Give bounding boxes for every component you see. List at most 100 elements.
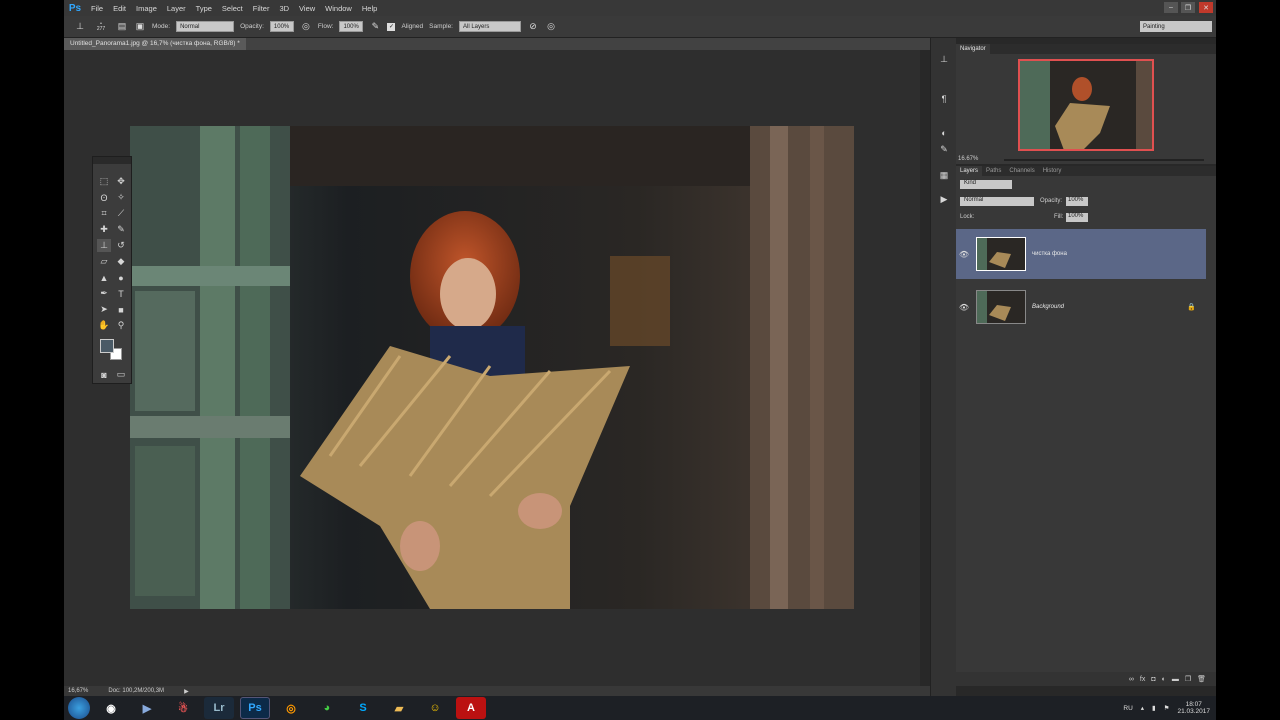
status-arrow-icon[interactable]: ▶ <box>184 688 189 695</box>
quick-mask-icon[interactable]: ◙ <box>97 368 111 381</box>
healing-brush-icon[interactable]: ✚ <box>97 223 111 236</box>
brush-panel-icon[interactable]: ▤ <box>116 21 128 33</box>
navigator-zoom[interactable]: 16.67% <box>958 156 978 162</box>
pen-tool-icon[interactable]: ✒ <box>97 287 111 300</box>
taskbar-photoshop-icon[interactable]: Ps <box>240 697 270 719</box>
taskbar-folder-icon[interactable]: ▰ <box>384 697 414 719</box>
airbrush-icon[interactable]: ✎ <box>369 21 381 33</box>
document-image[interactable] <box>130 126 854 609</box>
ignore-adjustment-icon[interactable]: ⊘ <box>527 21 539 33</box>
brush-tool-icon[interactable]: ✎ <box>114 223 128 236</box>
layer-name[interactable]: Background <box>1032 304 1064 310</box>
paint-bucket-icon[interactable]: ◆ <box>114 255 128 268</box>
shape-tool-icon[interactable]: ■ <box>114 303 128 316</box>
brush-preset-icon[interactable]: • 277 <box>92 21 110 33</box>
marquee-tool-icon[interactable]: ⬚ <box>97 175 111 188</box>
menu-layer[interactable]: Layer <box>162 4 191 13</box>
document-tab[interactable]: Untitled_Panorama1.jpg @ 16,7% (чистка ф… <box>64 38 246 50</box>
eyedropper-tool-icon[interactable]: ⟋ <box>114 207 128 220</box>
tab-channels[interactable]: Channels <box>1005 168 1038 174</box>
quick-select-tool-icon[interactable]: ✧ <box>114 191 128 204</box>
tab-paths[interactable]: Paths <box>982 168 1005 174</box>
tab-history[interactable]: History <box>1039 168 1066 174</box>
menu-view[interactable]: View <box>294 4 320 13</box>
screen-mode-icon[interactable]: ▭ <box>114 368 128 381</box>
taskbar-emoji-icon[interactable]: ☺ <box>420 697 450 719</box>
taskbar-lightroom-icon[interactable]: Lr <box>204 697 234 719</box>
zoom-level[interactable]: 16,67% <box>68 688 88 694</box>
clone-source-icon[interactable]: ▣ <box>134 21 146 33</box>
link-layers-icon[interactable]: ∞ <box>1129 676 1134 683</box>
pressure-size-icon[interactable]: ◎ <box>545 21 557 33</box>
history-brush-icon[interactable]: ↺ <box>114 239 128 252</box>
layer-row-background[interactable]: 👁 Background 🔒 <box>956 282 1206 332</box>
taskbar-chrome-icon[interactable]: ◕ <box>312 697 342 719</box>
taskbar-steam-icon[interactable]: ◉ <box>96 697 126 719</box>
minimize-button[interactable]: – <box>1164 2 1178 13</box>
zoom-tool-icon[interactable]: ⚲ <box>114 319 128 332</box>
layer-name[interactable]: чистка фона <box>1032 251 1067 257</box>
move-tool-icon[interactable]: ✥ <box>114 175 128 188</box>
menu-3d[interactable]: 3D <box>274 4 294 13</box>
group-icon[interactable]: ▬ <box>1172 676 1179 683</box>
mode-select[interactable]: Normal <box>176 21 235 32</box>
menu-help[interactable]: Help <box>357 4 382 13</box>
close-button[interactable]: ✕ <box>1199 2 1213 13</box>
taskbar-people-icon[interactable]: ☃ <box>168 697 198 719</box>
restore-button[interactable]: ❐ <box>1181 2 1195 13</box>
taskbar-skype-icon[interactable]: S <box>348 697 378 719</box>
aligned-checkbox[interactable]: ✓ <box>387 22 396 31</box>
fx-icon[interactable]: fx <box>1140 676 1145 683</box>
tab-navigator[interactable]: Navigator <box>956 44 990 54</box>
navigator-zoom-slider[interactable] <box>1004 159 1204 161</box>
flag-icon[interactable]: ⚑ <box>1164 704 1170 712</box>
network-icon[interactable]: ▮ <box>1152 704 1156 712</box>
blur-tool-icon[interactable]: ▲ <box>97 271 111 284</box>
add-mask-icon[interactable]: ◘ <box>1151 676 1155 683</box>
menu-edit[interactable]: Edit <box>108 4 131 13</box>
adjustments-panel-icon[interactable]: ◐ <box>937 126 951 140</box>
navigator-preview[interactable] <box>1018 59 1154 151</box>
menu-type[interactable]: Type <box>191 4 217 13</box>
flow-field[interactable]: 100% <box>339 21 364 32</box>
menu-select[interactable]: Select <box>217 4 248 13</box>
type-tool-icon[interactable]: T <box>114 287 128 300</box>
blend-mode-select[interactable]: Normal <box>960 197 1034 206</box>
actions-panel-icon[interactable]: ▶ <box>937 192 951 206</box>
table-panel-icon[interactable]: ▦ <box>937 168 951 182</box>
clone-source-panel-icon[interactable]: ⊥ <box>937 52 951 66</box>
pressure-opacity-icon[interactable]: ◎ <box>300 21 312 33</box>
taskbar-eye-icon[interactable]: ◎ <box>276 697 306 719</box>
path-select-icon[interactable]: ➤ <box>97 303 111 316</box>
start-button[interactable] <box>68 697 90 719</box>
tray-arrow-icon[interactable]: ▴ <box>1141 704 1144 712</box>
visibility-eye-icon[interactable]: 👁 <box>956 303 972 312</box>
clone-stamp-icon[interactable]: ⊥ <box>74 21 86 33</box>
eraser-tool-icon[interactable]: ▱ <box>97 255 111 268</box>
menu-window[interactable]: Window <box>320 4 357 13</box>
visibility-eye-icon[interactable]: 👁 <box>956 250 972 259</box>
fill-field[interactable]: 100% <box>1066 213 1088 222</box>
taskbar-acrobat-icon[interactable]: A <box>456 697 486 719</box>
opacity-field[interactable]: 100% <box>269 21 294 32</box>
menu-image[interactable]: Image <box>131 4 162 13</box>
clock[interactable]: 18:07 21.03.2017 <box>1177 701 1210 715</box>
trash-icon[interactable]: 🗑 <box>1197 675 1206 683</box>
paragraph-panel-icon[interactable]: ¶ <box>937 92 951 106</box>
foreground-color-swatch[interactable] <box>100 339 114 353</box>
styles-panel-icon[interactable]: ✎ <box>937 142 951 156</box>
menu-filter[interactable]: Filter <box>248 4 275 13</box>
taskbar-media-icon[interactable]: ▶ <box>132 697 162 719</box>
layer-opacity-field[interactable]: 100% <box>1066 197 1088 206</box>
menu-file[interactable]: File <box>86 4 108 13</box>
tools-panel-header[interactable] <box>93 157 131 164</box>
new-layer-icon[interactable]: ❐ <box>1185 675 1191 683</box>
workspace-select[interactable]: Painting <box>1140 21 1212 32</box>
sample-select[interactable]: All Layers <box>459 21 521 32</box>
dodge-tool-icon[interactable]: ● <box>114 271 128 284</box>
hand-tool-icon[interactable]: ✋ <box>97 319 111 332</box>
clone-stamp-tool-icon[interactable]: ⊥ <box>97 239 111 252</box>
crop-tool-icon[interactable]: ⌗ <box>97 207 111 220</box>
tab-layers[interactable]: Layers <box>956 166 983 176</box>
canvas-area[interactable] <box>64 50 920 686</box>
